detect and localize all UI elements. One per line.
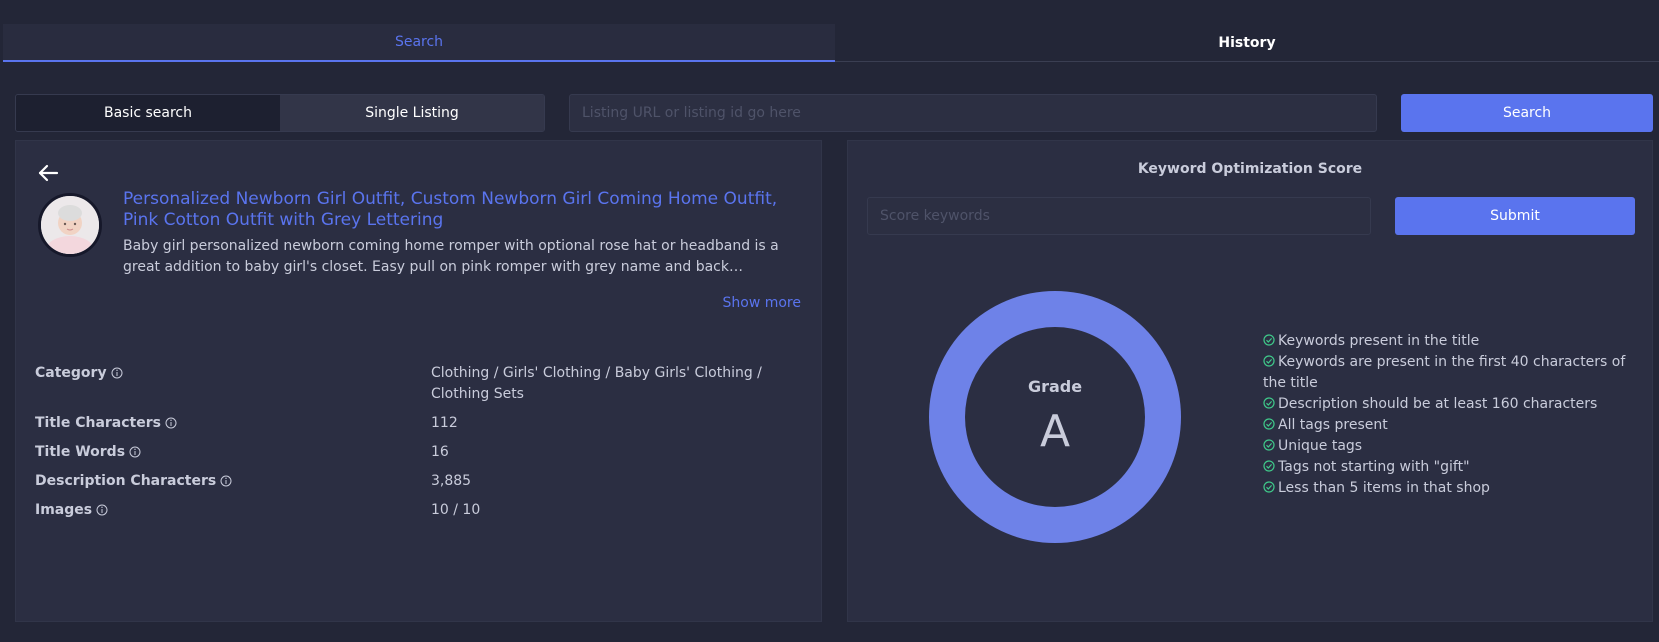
grade-value: A xyxy=(1039,406,1071,457)
detail-row-title-words: Title Words 16 xyxy=(35,442,805,463)
detail-value: Clothing / Girls' Clothing / Baby Girls'… xyxy=(431,365,762,402)
listing-panel: Personalized Newborn Girl Outfit, Custom… xyxy=(15,140,822,622)
detail-label: Description Characters xyxy=(35,473,217,489)
list-item: Tags not starting with "gift" xyxy=(1263,457,1643,478)
check-circle-icon xyxy=(1263,460,1275,472)
basic-search-button[interactable]: Basic search xyxy=(16,95,280,131)
detail-label: Title Words xyxy=(35,444,126,460)
detail-row-images: Images 10 / 10 xyxy=(35,500,805,521)
check-circle-icon xyxy=(1263,439,1275,451)
list-item: Keywords are present in the first 40 cha… xyxy=(1263,354,1626,391)
list-item: Keywords present in the title xyxy=(1263,331,1643,352)
search-mode-toggle: Basic search Single Listing xyxy=(15,94,545,132)
check-circle-icon xyxy=(1263,397,1275,409)
score-keywords-input[interactable] xyxy=(867,197,1371,235)
check-circle-icon xyxy=(1263,355,1275,367)
list-item: Unique tags xyxy=(1263,436,1643,457)
detail-row-description-characters: Description Characters 3,885 xyxy=(35,471,805,492)
detail-value: 112 xyxy=(431,415,458,431)
detail-label: Category xyxy=(35,365,107,381)
tab-search[interactable]: Search xyxy=(3,24,835,62)
grade-donut: Grade A xyxy=(929,291,1181,543)
listing-title[interactable]: Personalized Newborn Girl Outfit, Custom… xyxy=(123,189,813,231)
main-tabs: Search History xyxy=(3,24,1659,62)
listing-url-input[interactable] xyxy=(569,94,1377,132)
search-button[interactable]: Search xyxy=(1401,94,1653,132)
score-title: Keyword Optimization Score xyxy=(1137,161,1363,177)
back-arrow-icon[interactable] xyxy=(36,161,60,185)
check-circle-icon xyxy=(1263,418,1275,430)
listing-description: Baby girl personalized newborn coming ho… xyxy=(123,238,779,275)
tab-history[interactable]: History xyxy=(835,24,1659,62)
show-more-link[interactable]: Show more xyxy=(723,295,802,311)
detail-value: 10 / 10 xyxy=(431,502,481,518)
info-icon[interactable] xyxy=(165,417,177,429)
info-icon[interactable] xyxy=(220,475,232,487)
single-listing-button[interactable]: Single Listing xyxy=(280,95,544,131)
listing-details: Category Clothing / Girls' Clothing / Ba… xyxy=(35,363,805,529)
submit-button[interactable]: Submit xyxy=(1395,197,1635,235)
baby-photo-icon xyxy=(41,196,99,254)
detail-label: Images xyxy=(35,502,93,518)
grade-center: Grade A xyxy=(965,327,1145,507)
detail-label: Title Characters xyxy=(35,415,161,431)
list-item: All tags present xyxy=(1263,415,1643,436)
list-item: Description should be at least 160 chara… xyxy=(1263,394,1643,415)
detail-row-title-characters: Title Characters 112 xyxy=(35,413,805,434)
score-panel: Keyword Optimization Score Submit Grade … xyxy=(847,140,1653,622)
detail-value: 3,885 xyxy=(431,473,472,489)
check-circle-icon xyxy=(1263,481,1275,493)
grade-label: Grade xyxy=(1027,377,1083,396)
detail-row-category: Category Clothing / Girls' Clothing / Ba… xyxy=(35,363,805,405)
list-item: Less than 5 items in that shop xyxy=(1263,478,1643,499)
check-circle-icon xyxy=(1263,334,1275,346)
listing-thumbnail xyxy=(38,193,102,257)
info-icon[interactable] xyxy=(129,446,141,458)
info-icon[interactable] xyxy=(96,504,108,516)
info-icon[interactable] xyxy=(111,367,123,379)
detail-value: 16 xyxy=(431,444,449,460)
score-checklist: Keywords present in the title Keywords a… xyxy=(1263,331,1643,499)
